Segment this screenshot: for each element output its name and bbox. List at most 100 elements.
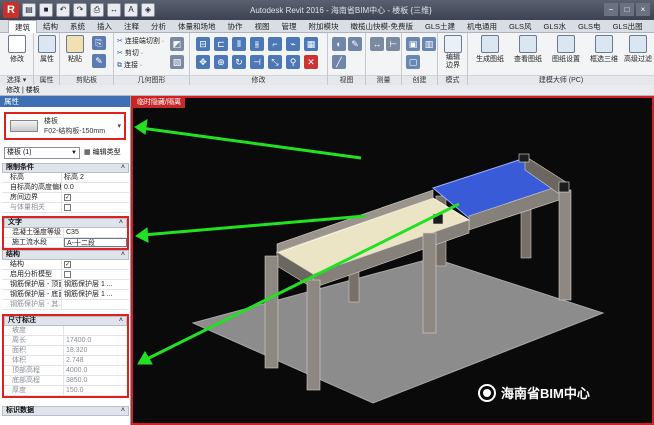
temporary-hide-isolate-label[interactable]: 临时隐藏/隔离 [133,98,185,108]
tab-16[interactable]: GLS电 [572,20,607,33]
prop-row[interactable]: 周长 17400.0 [4,336,127,346]
section-header-constraints[interactable]: 限制条件 ˄ [2,163,129,173]
copy-element-icon[interactable]: ⊕ [214,55,228,69]
maximize-button[interactable]: □ [620,3,634,16]
tab-7[interactable]: 协作 [222,20,249,33]
join-button[interactable]: ⧉ 连接 · [117,60,142,70]
analytical-model-checkbox[interactable] [64,270,71,278]
instance-filter-select[interactable]: 楼板 (1) ▼ [4,147,80,159]
edit-type-button[interactable]: ▦ 编辑类型 [84,147,121,159]
paste-button[interactable]: 粘贴 [62,33,88,64]
save-icon[interactable]: ■ [39,3,53,17]
tab-14[interactable]: GLS风 [503,20,538,33]
move-icon[interactable]: ✥ [196,55,210,69]
modify-button[interactable]: 修改 [4,33,30,64]
mirror-axis-icon[interactable]: ⫴ [232,37,246,51]
prop-row[interactable]: 启用分析模型 [2,270,129,280]
tab-13[interactable]: 机电通用 [461,20,503,33]
properties-button[interactable]: 属性 [34,33,60,64]
pin-icon[interactable]: ⚲ [286,55,300,69]
prop-row[interactable]: 坡度 [4,326,127,336]
trim-icon[interactable]: ⌐ [268,37,282,51]
section-header-identity[interactable]: 标识数据 ˄ [2,406,129,416]
app-logo[interactable]: R [3,2,19,18]
redo-icon[interactable]: ↷ [73,3,87,17]
tab-0[interactable]: 建筑 [8,20,37,33]
array-icon[interactable]: ▦ [304,37,318,51]
section-header-text[interactable]: 文字 ˄ [4,218,127,228]
print-icon[interactable]: ⎙ [90,3,104,17]
create-group-icon[interactable]: ▢ [406,55,420,69]
3d-viewport[interactable]: 临时隐藏/隔离 [131,96,654,425]
join-cut-button[interactable]: ✂ 连接端切割 · [117,36,164,46]
prop-row[interactable]: 房间边界 ✓ [2,193,129,203]
hide-icon[interactable]: ◐ [332,37,346,51]
section-header-dimensions[interactable]: 尺寸标注 ˄ [4,316,127,326]
linework-icon[interactable]: ╱ [332,55,346,69]
tab-11[interactable]: 橄榄山快模-免费版 [345,20,420,33]
offset-icon[interactable]: ⊏ [214,37,228,51]
cut-button[interactable]: ✂ 剪切 · [117,48,143,58]
minimize-button[interactable]: − [604,3,618,16]
prop-row[interactable]: 钢筋保护层 - 其... [2,300,129,310]
construction-stage-input[interactable]: A-十二段 [64,238,127,247]
type-selector[interactable]: 楼板 F02-结构板-150mm ▾ [4,112,126,140]
prop-row[interactable]: 标高 标高 2 [2,173,129,183]
prop-row[interactable]: 面积 18.320 [4,346,127,356]
box-select-3d-button[interactable]: 框选三维 [586,33,622,64]
tab-3[interactable]: 插入 [91,20,118,33]
open-icon[interactable]: ▤ [22,3,36,17]
panel-label-select[interactable]: 选择 ▾ [0,75,33,85]
tab-2[interactable]: 系统 [64,20,91,33]
split-face-icon[interactable]: ◩ [170,37,184,51]
prop-row[interactable]: 结构 ✓ [2,260,129,270]
prop-row[interactable]: 钢筋保护层 - 顶面 钢筋保护层 1 ... [2,280,129,290]
delete-icon[interactable]: ✕ [304,55,318,69]
create-parts-icon[interactable]: ▥ [422,37,436,51]
measure-icon[interactable]: ↔ [107,3,121,17]
close-button[interactable]: × [636,3,650,16]
split-icon[interactable]: ⌁ [286,37,300,51]
prop-row[interactable]: 体积 2.748 [4,356,127,366]
scale-icon[interactable]: ⤡ [268,55,282,69]
tab-15[interactable]: GLS水 [538,20,573,33]
edit-boundary-button[interactable]: 编辑 边界 [440,33,466,70]
prop-row[interactable]: 底部高程 3850.0 [4,376,127,386]
tab-9[interactable]: 管理 [276,20,303,33]
tab-4[interactable]: 注释 [118,20,145,33]
chevron-down-icon[interactable]: ▾ [117,122,121,130]
measure-distance-icon[interactable]: ↔ [370,37,384,51]
drawing-setting-button[interactable]: 图纸设置 [548,33,584,64]
rotate-icon[interactable]: ↻ [232,55,246,69]
prop-row[interactable]: 与体量相关 [2,203,129,213]
align-icon[interactable]: ⊟ [196,37,210,51]
prop-row[interactable]: 混凝土强度等级 C35 [4,228,127,238]
override-graphics-icon[interactable]: ✎ [348,37,362,51]
tab-8[interactable]: 视图 [249,20,276,33]
tab-10[interactable]: 附加模块 [303,20,345,33]
copy-icon[interactable]: ⎘ [92,36,106,50]
paint-icon[interactable]: ▧ [170,55,184,69]
dimension-icon[interactable]: ⊢ [386,37,400,51]
prop-row[interactable]: 施工流水段 A-十二段 [4,238,127,248]
3d-view-icon[interactable]: ◈ [141,3,155,17]
tab-6[interactable]: 体量和场地 [172,20,222,33]
room-bounding-checkbox[interactable]: ✓ [64,193,71,201]
advanced-filter-button[interactable]: 高级过滤 [622,33,654,64]
mirror-draw-icon[interactable]: ⫵ [250,37,264,51]
tab-5[interactable]: 分析 [145,20,172,33]
structural-checkbox[interactable]: ✓ [64,260,71,268]
prop-row[interactable]: 顶部高程 4000.0 [4,366,127,376]
tab-1[interactable]: 结构 [37,20,64,33]
trim-extend-icon[interactable]: ⊣ [250,55,264,69]
prop-row[interactable]: 钢筋保护层 - 底面 钢筋保护层 1 ... [2,290,129,300]
undo-icon[interactable]: ↶ [56,3,70,17]
section-header-structure[interactable]: 结构 ˄ [2,250,129,260]
match-type-icon[interactable]: ✎ [92,54,106,68]
text-icon[interactable]: A [124,3,138,17]
create-assembly-icon[interactable]: ▣ [406,37,420,51]
gen-drawing-button[interactable]: 生成图纸 [472,33,508,64]
tab-12[interactable]: GLS土建 [419,20,461,33]
view-drawing-button[interactable]: 查看图纸 [510,33,546,64]
tab-18[interactable]: GLS族 [649,20,654,33]
